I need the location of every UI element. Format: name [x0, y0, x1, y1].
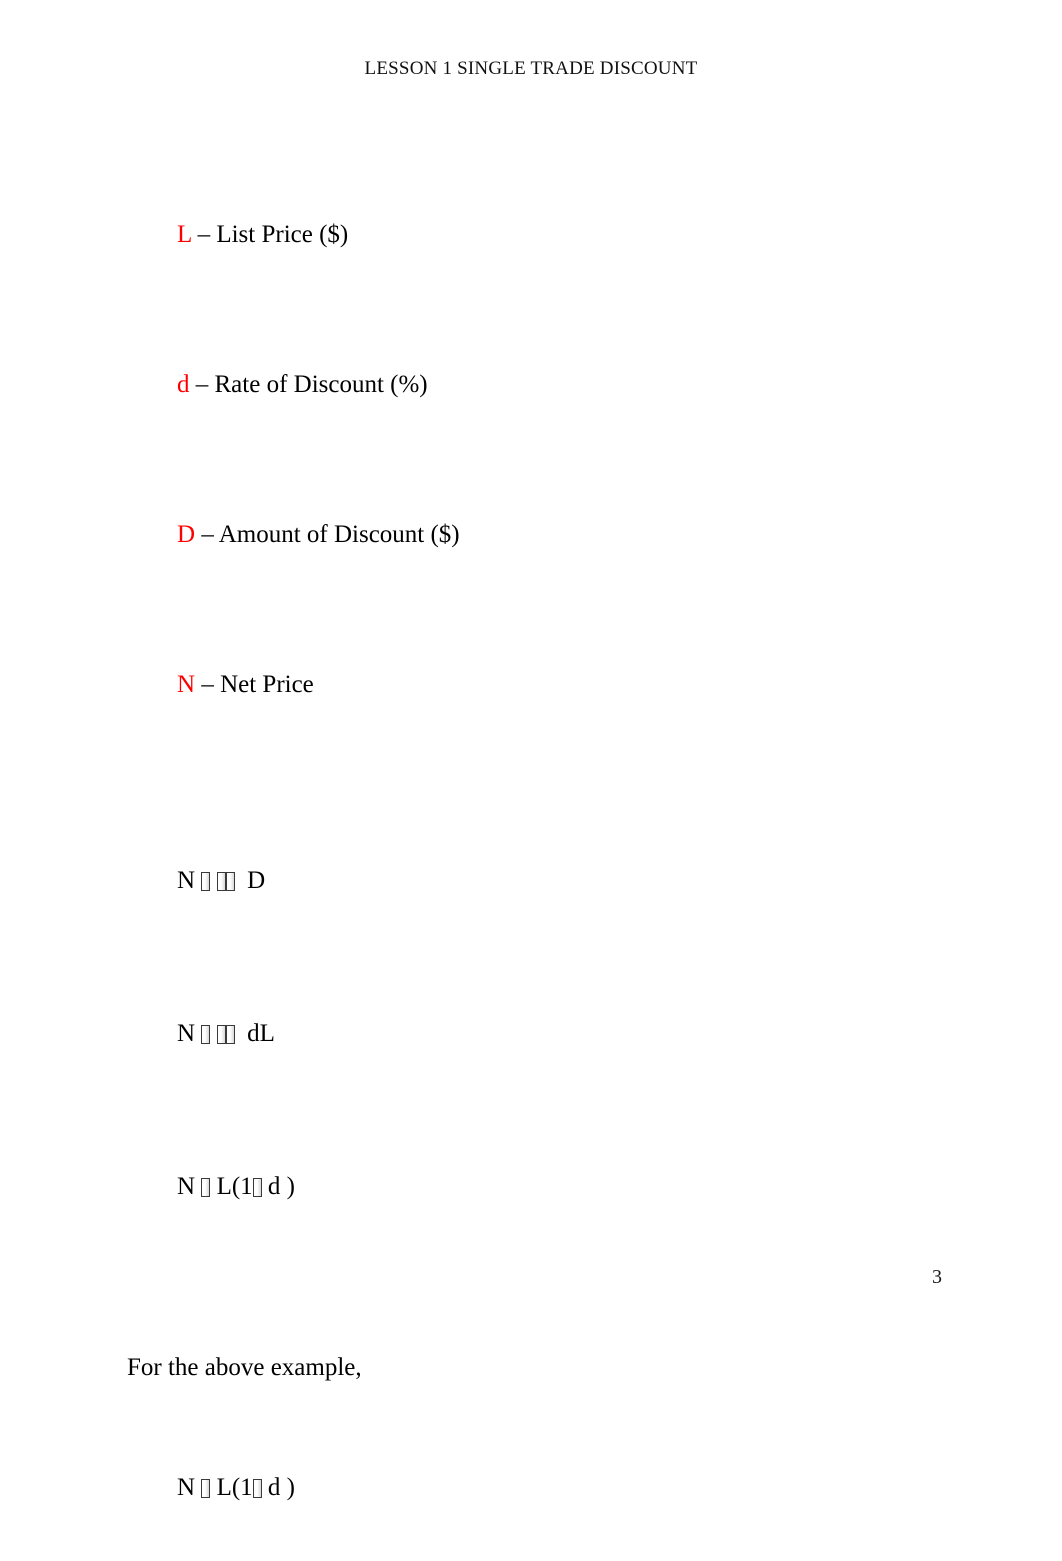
example-intro: For the above example, [127, 1354, 362, 1381]
equation-lead: N [177, 1020, 202, 1047]
equation-lead: N [177, 867, 202, 894]
definition-item: L – List Price ($) [127, 160, 927, 310]
definition-item: D – Amount of Discount ($) [127, 460, 927, 610]
document-body: L – List Price ($) d – Rate of Discount … [127, 160, 927, 1561]
missing-glyph-box-icon [201, 1479, 211, 1498]
definition-dash: – [189, 371, 215, 398]
equation-tail: d ) [261, 1173, 295, 1200]
definition-dash: – [195, 671, 221, 698]
missing-glyph-box-icon [225, 1025, 235, 1044]
definition-text: Net Price [220, 671, 314, 698]
equation-mid: L(1 [210, 1173, 253, 1200]
definition-text: Rate of Discount (%) [214, 371, 428, 398]
equation-tail: D [234, 867, 266, 894]
definition-dash: – [195, 521, 219, 548]
definition-symbol: D [177, 521, 196, 548]
missing-glyph-box-icon [201, 1178, 211, 1197]
equation-line: N L(1 d ) [127, 1128, 927, 1245]
missing-glyph-box-icon [252, 1479, 262, 1498]
equation-tail: dL [234, 1020, 275, 1047]
missing-glyph-box-icon [216, 872, 226, 891]
definition-dash: – [191, 221, 217, 248]
equation-lead: N [177, 1474, 202, 1501]
equation-lead: N [177, 1173, 202, 1200]
example-net-price-equations: N L(1 d ) 60(1 0.15) $45 [127, 1393, 927, 1561]
equation-line: N dL [127, 975, 927, 1092]
definition-text: List Price ($) [216, 221, 349, 248]
definition-symbol: L [177, 221, 192, 248]
running-header: LESSON 1 SINGLE TRADE DISCOUNT [364, 58, 698, 79]
missing-glyph-box-icon [216, 1025, 226, 1044]
missing-glyph-box-icon [201, 872, 211, 891]
equation-line: N L(1 d ) [127, 1429, 927, 1546]
missing-glyph-pair [216, 1014, 235, 1053]
missing-glyph-box-icon [225, 872, 235, 891]
definition-item: d – Rate of Discount (%) [127, 310, 927, 460]
definitions-list: L – List Price ($) d – Rate of Discount … [127, 160, 927, 760]
definition-item: N – Net Price [127, 610, 927, 760]
definition-symbol: N [177, 671, 196, 698]
equation-line: N D [127, 822, 927, 939]
derivation-equations: N D N dL N L(1 d ) [127, 786, 927, 1281]
missing-glyph-box-icon [201, 1025, 211, 1044]
document-page: LESSON 1 SINGLE TRADE DISCOUNT L – List … [0, 0, 1062, 1561]
missing-glyph-box-icon [252, 1178, 262, 1197]
page-number: 3 [932, 1266, 942, 1288]
equation-mid: L(1 [210, 1474, 253, 1501]
definition-symbol: d [177, 371, 190, 398]
missing-glyph-pair [216, 861, 235, 900]
equation-tail: d ) [261, 1474, 295, 1501]
definition-text: Amount of Discount ($) [218, 521, 460, 548]
